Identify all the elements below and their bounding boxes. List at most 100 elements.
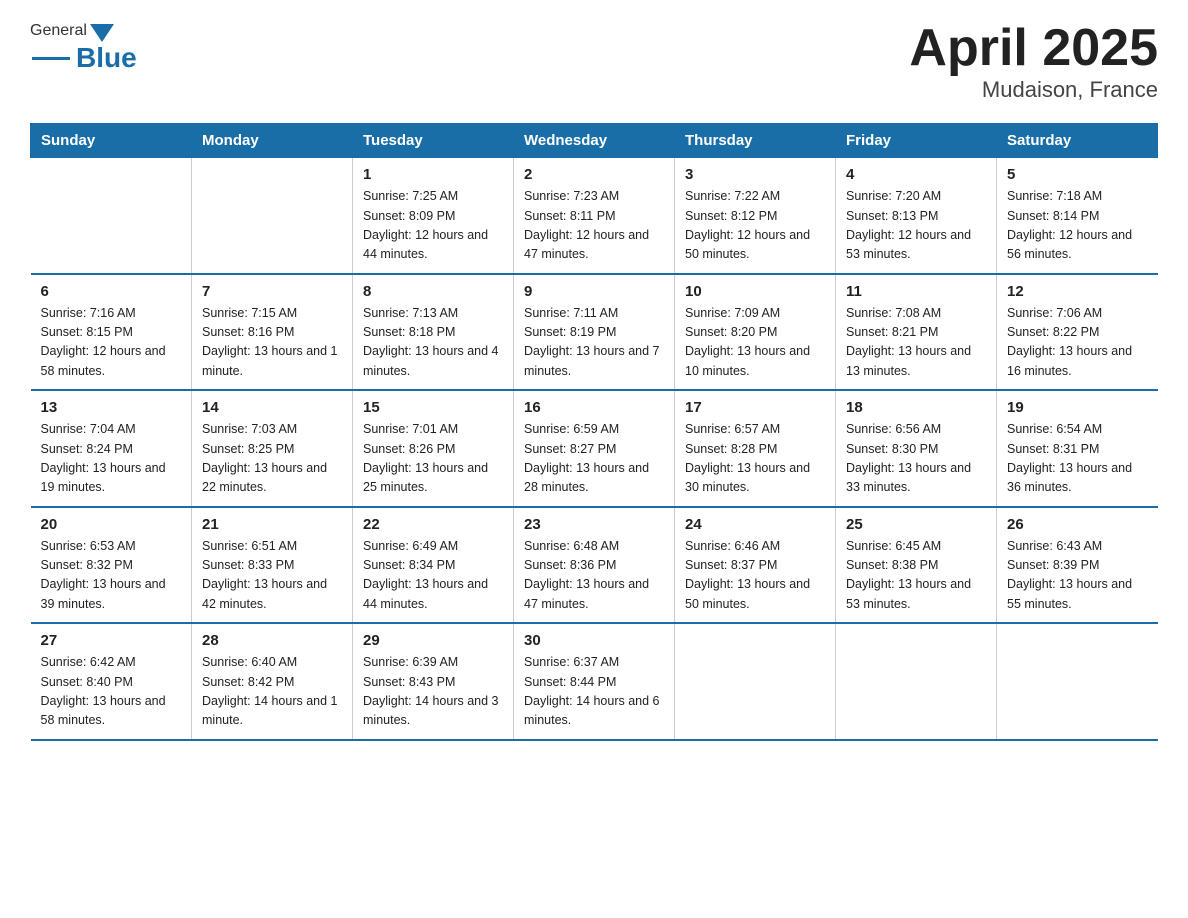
day-number: 21 <box>202 516 342 533</box>
calendar-cell: 19Sunrise: 6:54 AM Sunset: 8:31 PM Dayli… <box>997 390 1158 507</box>
title-block: April 2025 Mudaison, France <box>909 20 1158 103</box>
day-number: 11 <box>846 283 986 300</box>
calendar-cell: 6 Sunrise: 7:16 AM Sunset: 8:15 PM Daylig… <box>31 274 192 391</box>
calendar-cell: 3 Sunrise: 7:22 AM Sunset: 8:12 PM Daylig… <box>675 158 836 274</box>
day-number: 18 <box>846 399 986 416</box>
day-number: 19 <box>1007 399 1148 416</box>
calendar-cell: 15 Sunrise: 7:01 AM Sunset: 8:26 PM Dayli… <box>353 390 514 507</box>
calendar-cell: 2 Sunrise: 7:23 AM Sunset: 8:11 PM Daylig… <box>514 158 675 274</box>
day-info: Sunrise: 6:57 AM Sunset: 8:28 PM Dayligh… <box>685 420 825 498</box>
calendar-cell: 9 Sunrise: 7:11 AM Sunset: 8:19 PM Daylig… <box>514 274 675 391</box>
day-number: 27 <box>41 632 182 649</box>
calendar-header-monday: Monday <box>192 124 353 158</box>
calendar-week-row: 6 Sunrise: 7:16 AM Sunset: 8:15 PM Daylig… <box>31 274 1158 391</box>
day-info: Sunrise: 7:01 AM Sunset: 8:26 PM Dayligh… <box>363 420 503 498</box>
page-header: General Blue April 2025 Mudaison, France <box>30 20 1158 103</box>
calendar-week-row: 27Sunrise: 6:42 AM Sunset: 8:40 PM Dayli… <box>31 623 1158 740</box>
day-info: Sunrise: 6:43 AM Sunset: 8:39 PM Dayligh… <box>1007 537 1148 615</box>
day-info: Sunrise: 6:37 AM Sunset: 8:44 PM Dayligh… <box>524 653 664 731</box>
logo-blue-text: Blue <box>76 42 137 74</box>
day-info: Sunrise: 7:06 AM Sunset: 8:22 PM Dayligh… <box>1007 304 1148 382</box>
calendar-week-row: 1Sunrise: 7:25 AM Sunset: 8:09 PM Daylig… <box>31 158 1158 274</box>
day-number: 23 <box>524 516 664 533</box>
calendar-cell <box>836 623 997 740</box>
day-info: Sunrise: 6:56 AM Sunset: 8:30 PM Dayligh… <box>846 420 986 498</box>
day-number: 29 <box>363 632 503 649</box>
day-info: Sunrise: 7:20 AM Sunset: 8:13 PM Dayligh… <box>846 187 986 265</box>
day-info: Sunrise: 7:15 AM Sunset: 8:16 PM Dayligh… <box>202 304 342 382</box>
calendar-cell: 24Sunrise: 6:46 AM Sunset: 8:37 PM Dayli… <box>675 507 836 624</box>
day-info: Sunrise: 7:08 AM Sunset: 8:21 PM Dayligh… <box>846 304 986 382</box>
calendar-cell: 26 Sunrise: 6:43 AM Sunset: 8:39 PM Dayli… <box>997 507 1158 624</box>
calendar-week-row: 13Sunrise: 7:04 AM Sunset: 8:24 PM Dayli… <box>31 390 1158 507</box>
calendar-cell <box>997 623 1158 740</box>
calendar-cell: 29Sunrise: 6:39 AM Sunset: 8:43 PM Dayli… <box>353 623 514 740</box>
day-number: 28 <box>202 632 342 649</box>
calendar-header-tuesday: Tuesday <box>353 124 514 158</box>
calendar-cell: 7 Sunrise: 7:15 AM Sunset: 8:16 PM Daylig… <box>192 274 353 391</box>
calendar-cell: 11 Sunrise: 7:08 AM Sunset: 8:21 PM Dayli… <box>836 274 997 391</box>
calendar-cell: 13Sunrise: 7:04 AM Sunset: 8:24 PM Dayli… <box>31 390 192 507</box>
day-info: Sunrise: 7:16 AM Sunset: 8:15 PM Dayligh… <box>41 304 182 382</box>
day-info: Sunrise: 6:40 AM Sunset: 8:42 PM Dayligh… <box>202 653 342 731</box>
calendar-cell: 12Sunrise: 7:06 AM Sunset: 8:22 PM Dayli… <box>997 274 1158 391</box>
calendar-cell: 17 Sunrise: 6:57 AM Sunset: 8:28 PM Dayli… <box>675 390 836 507</box>
calendar-cell: 16Sunrise: 6:59 AM Sunset: 8:27 PM Dayli… <box>514 390 675 507</box>
calendar-cell: 30Sunrise: 6:37 AM Sunset: 8:44 PM Dayli… <box>514 623 675 740</box>
day-info: Sunrise: 7:03 AM Sunset: 8:25 PM Dayligh… <box>202 420 342 498</box>
day-number: 20 <box>41 516 182 533</box>
day-info: Sunrise: 7:09 AM Sunset: 8:20 PM Dayligh… <box>685 304 825 382</box>
calendar-cell: 22 Sunrise: 6:49 AM Sunset: 8:34 PM Dayli… <box>353 507 514 624</box>
logo: General Blue <box>30 20 137 74</box>
day-info: Sunrise: 7:22 AM Sunset: 8:12 PM Dayligh… <box>685 187 825 265</box>
day-info: Sunrise: 6:49 AM Sunset: 8:34 PM Dayligh… <box>363 537 503 615</box>
calendar-header-thursday: Thursday <box>675 124 836 158</box>
calendar-cell: 5 Sunrise: 7:18 AM Sunset: 8:14 PM Daylig… <box>997 158 1158 274</box>
day-number: 13 <box>41 399 182 416</box>
calendar-header-saturday: Saturday <box>997 124 1158 158</box>
day-info: Sunrise: 6:59 AM Sunset: 8:27 PM Dayligh… <box>524 420 664 498</box>
day-number: 3 <box>685 166 825 183</box>
day-number: 17 <box>685 399 825 416</box>
day-number: 2 <box>524 166 664 183</box>
day-number: 15 <box>363 399 503 416</box>
calendar-cell: 21 Sunrise: 6:51 AM Sunset: 8:33 PM Dayli… <box>192 507 353 624</box>
calendar-cell: 25Sunrise: 6:45 AM Sunset: 8:38 PM Dayli… <box>836 507 997 624</box>
day-info: Sunrise: 6:51 AM Sunset: 8:33 PM Dayligh… <box>202 537 342 615</box>
calendar-cell: 14 Sunrise: 7:03 AM Sunset: 8:25 PM Dayli… <box>192 390 353 507</box>
day-info: Sunrise: 7:18 AM Sunset: 8:14 PM Dayligh… <box>1007 187 1148 265</box>
day-number: 5 <box>1007 166 1148 183</box>
calendar-header-sunday: Sunday <box>31 124 192 158</box>
day-info: Sunrise: 6:53 AM Sunset: 8:32 PM Dayligh… <box>41 537 182 615</box>
calendar-cell: 18 Sunrise: 6:56 AM Sunset: 8:30 PM Dayli… <box>836 390 997 507</box>
calendar-header-friday: Friday <box>836 124 997 158</box>
day-info: Sunrise: 7:11 AM Sunset: 8:19 PM Dayligh… <box>524 304 664 382</box>
page-title: April 2025 <box>909 20 1158 77</box>
calendar-cell: 27Sunrise: 6:42 AM Sunset: 8:40 PM Dayli… <box>31 623 192 740</box>
day-number: 8 <box>363 283 503 300</box>
calendar-cell: 4Sunrise: 7:20 AM Sunset: 8:13 PM Daylig… <box>836 158 997 274</box>
calendar-cell <box>675 623 836 740</box>
calendar-header-wednesday: Wednesday <box>514 124 675 158</box>
day-number: 6 <box>41 283 182 300</box>
calendar-cell: 1Sunrise: 7:25 AM Sunset: 8:09 PM Daylig… <box>353 158 514 274</box>
calendar-cell: 10 Sunrise: 7:09 AM Sunset: 8:20 PM Dayli… <box>675 274 836 391</box>
day-number: 14 <box>202 399 342 416</box>
day-info: Sunrise: 7:23 AM Sunset: 8:11 PM Dayligh… <box>524 187 664 265</box>
day-number: 9 <box>524 283 664 300</box>
page-subtitle: Mudaison, France <box>909 77 1158 103</box>
day-number: 7 <box>202 283 342 300</box>
calendar-cell: 20 Sunrise: 6:53 AM Sunset: 8:32 PM Dayli… <box>31 507 192 624</box>
day-number: 22 <box>363 516 503 533</box>
calendar-cell: 28 Sunrise: 6:40 AM Sunset: 8:42 PM Dayli… <box>192 623 353 740</box>
day-number: 1 <box>363 166 503 183</box>
day-number: 25 <box>846 516 986 533</box>
calendar-cell <box>192 158 353 274</box>
calendar-cell: 23Sunrise: 6:48 AM Sunset: 8:36 PM Dayli… <box>514 507 675 624</box>
day-number: 10 <box>685 283 825 300</box>
calendar-cell <box>31 158 192 274</box>
calendar-week-row: 20 Sunrise: 6:53 AM Sunset: 8:32 PM Dayli… <box>31 507 1158 624</box>
day-number: 24 <box>685 516 825 533</box>
calendar-table: SundayMondayTuesdayWednesdayThursdayFrid… <box>30 123 1158 741</box>
day-number: 26 <box>1007 516 1148 533</box>
